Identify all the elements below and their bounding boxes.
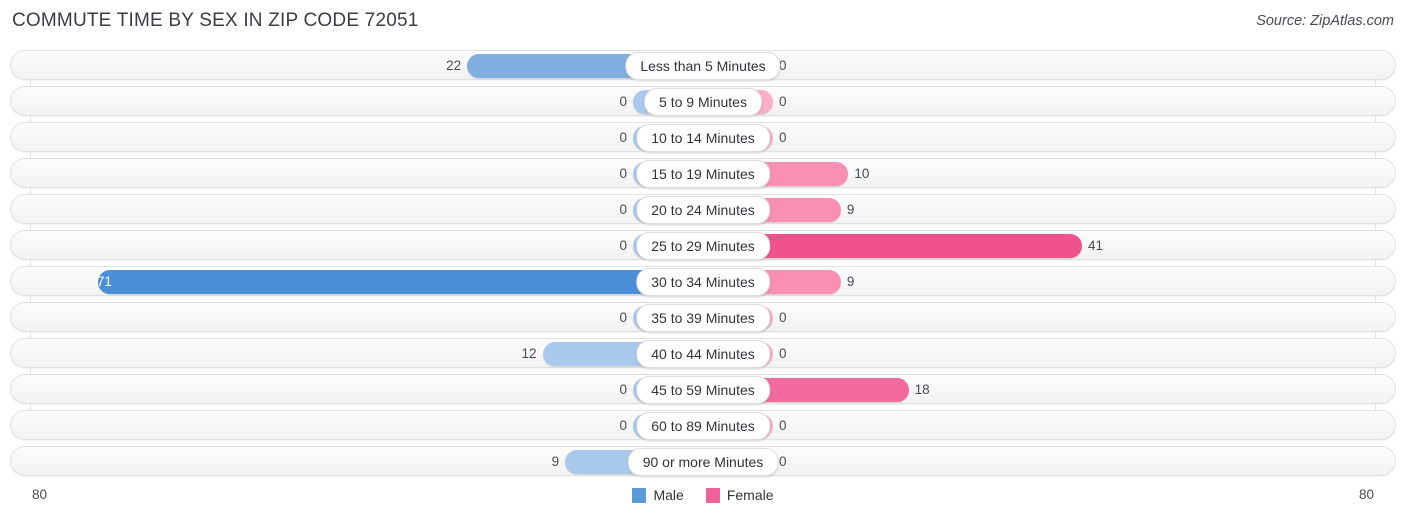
male-value-label: 9 [551,454,560,469]
category-label: 25 to 29 Minutes [636,232,770,260]
female-value-label: 0 [779,418,787,433]
male-value-label: 0 [619,130,627,145]
female-value-label: 0 [779,130,787,145]
chart-row: 71 9 30 to 34 Minutes [10,266,1396,296]
category-label: 10 to 14 Minutes [636,124,770,152]
male-bar [97,270,703,294]
chart-row: 0 9 20 to 24 Minutes [10,194,1396,224]
female-value-label: 9 [846,274,855,289]
chart-row: 0 10 15 to 19 Minutes [10,158,1396,188]
female-value-label: 9 [846,202,855,217]
chart-row: 0 0 5 to 9 Minutes [10,86,1396,116]
diverging-bar-chart: 22 0 Less than 5 Minutes 0 0 5 to 9 Minutes 0 0… [0,50,1406,485]
page-title: COMMUTE TIME BY SEX IN ZIP CODE 72051 [12,10,419,31]
male-value-label: 0 [619,202,627,217]
category-label: 5 to 9 Minutes [644,88,762,116]
category-label: 60 to 89 Minutes [636,412,770,440]
chart-row: 22 0 Less than 5 Minutes [10,50,1396,80]
female-value-label: 41 [1088,238,1104,253]
legend-label: Female [726,487,774,503]
chart-row: 0 0 10 to 14 Minutes [10,122,1396,152]
chart-row: 9 0 90 or more Minutes [10,446,1396,476]
legend-swatch-icon [632,487,647,503]
female-value-label: 0 [779,310,787,325]
female-value-label: 18 [914,382,930,397]
chart-row: 0 41 25 to 29 Minutes [10,230,1396,260]
chart-footer: 80 80 Male Female [0,485,1406,523]
female-value-label: 10 [854,166,870,181]
chart-row: 0 0 60 to 89 Minutes [10,410,1396,440]
female-value-label: 0 [779,94,787,109]
male-value-label: 12 [521,346,537,361]
male-value-label: 0 [619,382,627,397]
category-label: 20 to 24 Minutes [636,196,770,224]
category-label: 90 or more Minutes [627,448,779,476]
chart-row: 12 0 40 to 44 Minutes [10,338,1396,368]
category-label: 45 to 59 Minutes [636,376,770,404]
male-value-label: 0 [619,94,627,109]
male-value-label: 0 [619,310,627,325]
chart-header: COMMUTE TIME BY SEX IN ZIP CODE 72051 So… [0,0,1406,44]
legend-label: Male [653,487,684,503]
male-value-label: 0 [619,238,627,253]
female-value-label: 0 [779,346,787,361]
category-label: 40 to 44 Minutes [636,340,770,368]
chart-row: 0 18 45 to 59 Minutes [10,374,1396,404]
source-attribution: Source: ZipAtlas.com [1256,13,1394,29]
male-value-label: 22 [446,58,462,73]
category-label: 30 to 34 Minutes [636,268,770,296]
chart-legend: Male Female [0,487,1406,503]
male-value-label: 71 [96,274,112,289]
category-label: 35 to 39 Minutes [636,304,770,332]
category-label: Less than 5 Minutes [625,52,781,80]
category-label: 15 to 19 Minutes [636,160,770,188]
male-value-label: 0 [619,418,627,433]
legend-item[interactable]: Male [632,487,684,503]
legend-item[interactable]: Female [705,487,774,503]
male-value-label: 0 [619,166,627,181]
legend-swatch-icon [705,487,720,503]
chart-row: 0 0 35 to 39 Minutes [10,302,1396,332]
